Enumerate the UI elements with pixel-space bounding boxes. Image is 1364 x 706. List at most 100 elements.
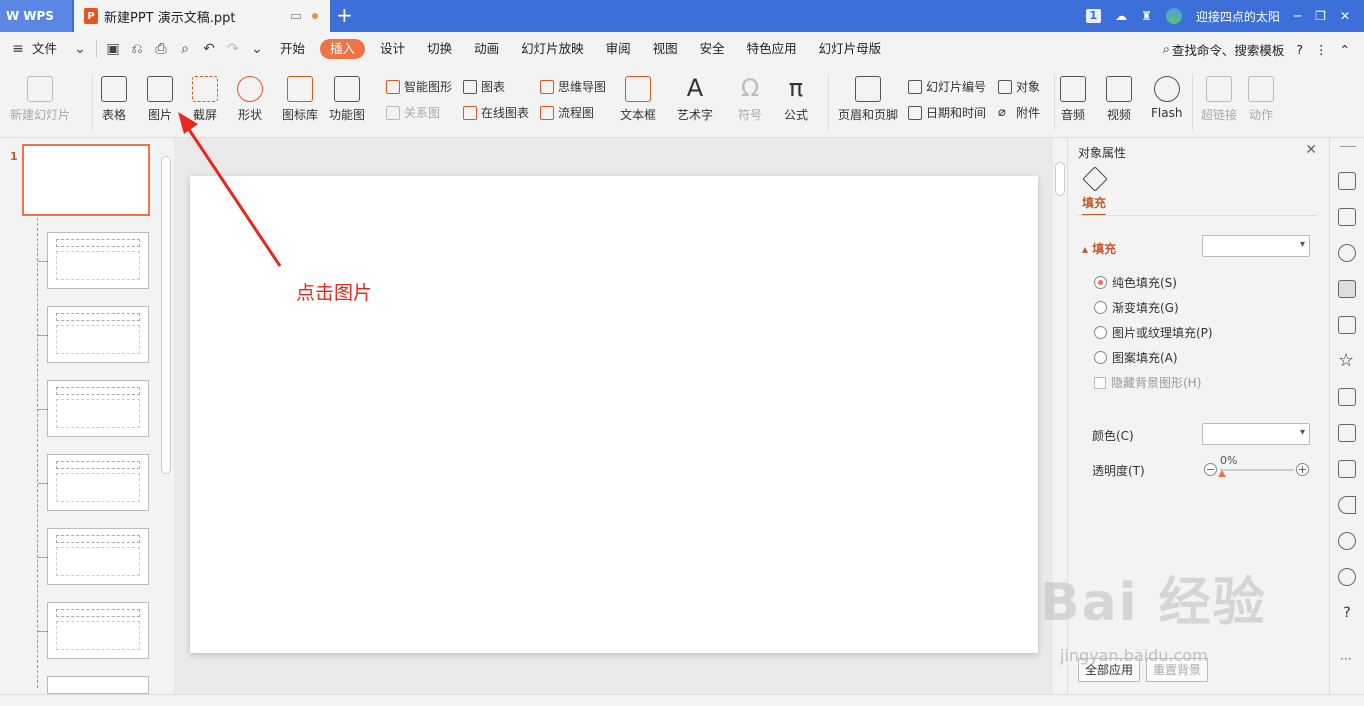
picture-button[interactable]: 图片 [147, 76, 173, 123]
audio-button[interactable]: 音频 [1060, 76, 1086, 123]
hamburger-icon[interactable]: ≡ [6, 41, 30, 57]
layout-thumbnail[interactable] [38, 454, 149, 511]
chart-button[interactable]: 图表 [463, 78, 505, 95]
magic-icon[interactable] [1338, 172, 1356, 190]
table-button[interactable]: 表格 [101, 76, 127, 123]
user-name[interactable]: 迎接四点的太阳 [1196, 8, 1280, 25]
pane-title[interactable]: 对象属性 [1078, 144, 1126, 161]
picture-icon[interactable] [1338, 460, 1356, 478]
tab-insert[interactable]: 插入 [320, 39, 366, 59]
print-icon[interactable]: ⎙ [149, 41, 173, 57]
customize-icon[interactable]: ⌄ [245, 41, 269, 57]
tab-animation[interactable]: 动画 [463, 39, 510, 59]
function-diagram-button[interactable]: 功能图 [329, 76, 365, 123]
textbox-button[interactable]: 文本框 [620, 76, 656, 123]
screenshot-button[interactable]: 截屏 [192, 76, 218, 123]
layout-thumbnail[interactable] [38, 232, 149, 289]
fill-type-dropdown[interactable] [1202, 235, 1310, 257]
transparency-slider[interactable]: − 0% + [1204, 454, 1310, 481]
search-icon[interactable]: ⌕ [1163, 41, 1170, 57]
mind-map-button[interactable]: 思维导图 [540, 78, 606, 95]
copy-icon[interactable] [1338, 208, 1356, 226]
pattern-fill-radio[interactable]: 图案填充(A) [1094, 349, 1178, 366]
flowchart-button[interactable]: 流程图 [540, 104, 594, 121]
layout-thumbnail[interactable] [38, 380, 149, 437]
gradient-fill-radio[interactable]: 渐变填充(G) [1094, 299, 1179, 316]
smart-shape-button[interactable]: 智能图形 [386, 78, 452, 95]
format-painter-icon[interactable]: ⎌ [125, 41, 149, 57]
properties-icon[interactable] [1338, 280, 1356, 298]
tab-start[interactable]: 开始 [269, 39, 316, 59]
print-preview-icon[interactable]: ⌕ [173, 41, 197, 57]
date-time-button[interactable]: 日期和时间 [908, 104, 986, 121]
history-icon[interactable] [1338, 568, 1356, 586]
archive-icon[interactable] [1338, 388, 1356, 406]
shield-icon[interactable] [1338, 532, 1356, 550]
flash-button[interactable]: Flash [1151, 76, 1182, 120]
file-menu[interactable]: 文件 [30, 39, 68, 59]
tab-slideshow[interactable]: 幻灯片放映 [510, 39, 595, 59]
image-gallery-icon[interactable] [1338, 316, 1356, 334]
header-footer-button[interactable]: 页眉和页脚 [838, 76, 898, 123]
thumbnails-scrollbar[interactable] [158, 140, 174, 692]
color-dropdown[interactable] [1202, 423, 1310, 445]
slide-number-button[interactable]: 幻灯片编号 [908, 78, 986, 95]
slide-thumbnail[interactable] [22, 144, 150, 216]
video-button[interactable]: 视频 [1106, 76, 1132, 123]
speaker-icon[interactable] [1338, 496, 1356, 514]
fill-bucket-icon[interactable] [1082, 166, 1108, 192]
scrollbar-thumb[interactable] [1055, 162, 1065, 196]
solid-fill-radio[interactable]: 纯色填充(S) [1094, 274, 1177, 291]
more-icon[interactable]: ··· [1340, 652, 1351, 666]
scrollbar-thumb[interactable] [161, 156, 171, 474]
tab-security[interactable]: 安全 [689, 39, 736, 59]
tab-transition[interactable]: 切换 [416, 39, 463, 59]
share-icon[interactable] [1338, 424, 1356, 442]
document-tab[interactable]: P 新建PPT 演示文稿.ppt ▭ [74, 0, 330, 32]
minimize-icon[interactable]: ─ [1294, 9, 1301, 23]
tab-view[interactable]: 视图 [642, 39, 689, 59]
fill-section-header[interactable]: ▴ 填充 [1082, 240, 1116, 257]
skin-icon[interactable]: ♜ [1141, 9, 1152, 23]
shapes-icon[interactable] [1338, 244, 1356, 262]
plus-icon[interactable]: + [1296, 463, 1309, 476]
help-icon[interactable]: ? [1338, 604, 1356, 622]
tab-slide-master[interactable]: 幻灯片母版 [808, 39, 893, 59]
tab-features[interactable]: 特色应用 [736, 39, 808, 59]
wordart-button[interactable]: A 艺术字 [677, 76, 713, 123]
collapse-handle-icon[interactable] [1340, 146, 1356, 147]
wps-home-tab[interactable]: W WPS [0, 0, 72, 32]
layout-thumbnail[interactable] [38, 306, 149, 363]
slide-editor[interactable] [190, 176, 1038, 653]
slider-track[interactable] [1220, 469, 1294, 471]
object-button[interactable]: 对象 [998, 78, 1040, 95]
search-command[interactable]: 查找命令、搜索模板 [1172, 40, 1285, 59]
picture-texture-fill-radio[interactable]: 图片或纹理填充(P) [1094, 324, 1213, 341]
restore-icon[interactable]: ❐ [1315, 9, 1326, 23]
collapse-ribbon-icon[interactable]: ⌃ [1340, 42, 1350, 57]
formula-button[interactable]: π 公式 [783, 76, 809, 123]
chevron-down-icon[interactable]: ⌄ [68, 41, 92, 57]
cloud-icon[interactable]: ☁ [1115, 9, 1127, 23]
help-icon[interactable]: ? [1296, 42, 1303, 57]
save-icon[interactable]: ▣ [101, 41, 125, 57]
layout-thumbnail[interactable] [47, 676, 149, 694]
undo-icon[interactable]: ↶ [197, 41, 221, 57]
tab-review[interactable]: 审阅 [595, 39, 642, 59]
redo-icon[interactable]: ↷ [221, 41, 245, 57]
star-icon[interactable]: ☆ [1338, 352, 1356, 370]
hide-background-checkbox[interactable]: 隐藏背景图形(H) [1094, 374, 1201, 391]
more-icon[interactable]: ⋮ [1315, 42, 1328, 57]
close-icon[interactable]: ✕ [1340, 9, 1350, 23]
window-count-badge[interactable]: 1 [1085, 9, 1102, 23]
symbol-button[interactable]: Ω 符号 [737, 76, 763, 123]
tab-fill[interactable]: 填充 [1082, 194, 1107, 216]
user-avatar[interactable] [1165, 8, 1182, 24]
layout-thumbnail[interactable] [38, 602, 149, 659]
minus-icon[interactable]: − [1204, 463, 1217, 476]
icon-library-button[interactable]: 图标库 [282, 76, 318, 123]
online-chart-button[interactable]: 在线图表 [463, 104, 529, 121]
new-slide-button[interactable]: 新建幻灯片 [10, 76, 70, 123]
new-tab-button[interactable]: + [336, 4, 353, 26]
shape-button[interactable]: 形状 [237, 76, 263, 123]
